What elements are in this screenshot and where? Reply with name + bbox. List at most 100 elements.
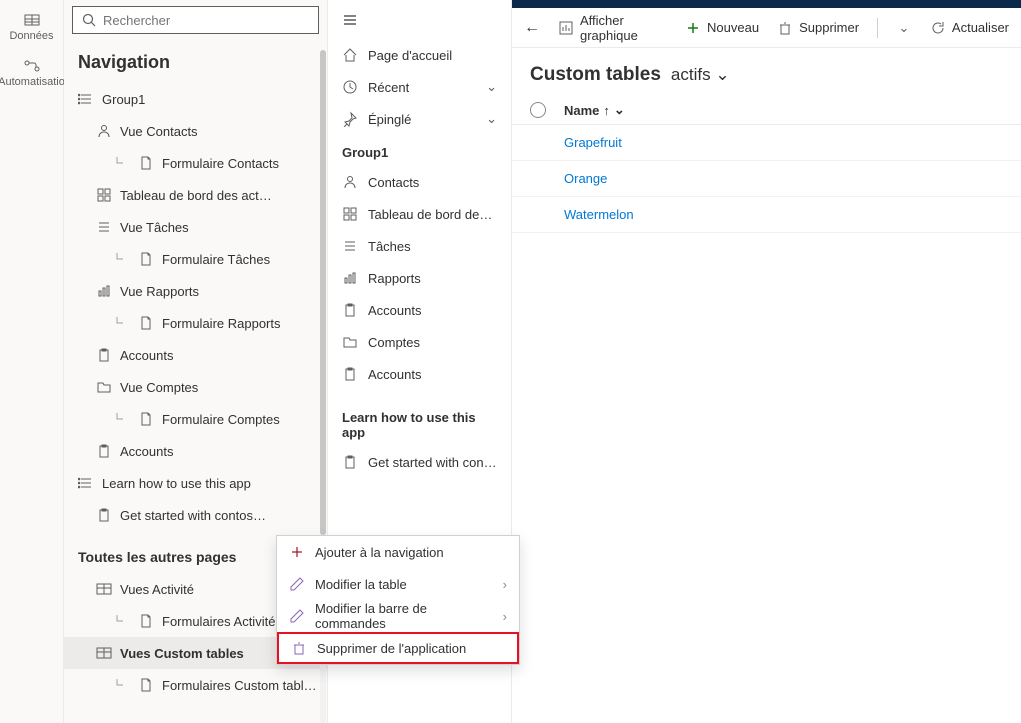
- nav-label: Vues Activité: [120, 582, 194, 597]
- page-icon: [138, 411, 154, 427]
- record-link[interactable]: Grapefruit: [564, 135, 622, 150]
- chart-icon: [558, 20, 574, 36]
- chevron-right-icon: ›: [503, 609, 507, 624]
- view-filter-dropdown[interactable]: actifs ⌄: [671, 65, 730, 85]
- barchart-icon: [342, 270, 358, 286]
- sitemap-recent[interactable]: Récent ⌄: [328, 71, 511, 103]
- flow-icon: [24, 58, 40, 74]
- hamburger-button[interactable]: [328, 4, 511, 39]
- ctx-label: Ajouter à la navigation: [315, 545, 444, 560]
- chevron-down-icon: ⌄: [486, 111, 497, 127]
- table-header: Name ↑ ⌄: [512, 96, 1021, 125]
- ctx-remove-from-app[interactable]: Supprimer de l'application: [277, 632, 519, 664]
- nav-item-form-tasks[interactable]: Formulaire Tâches: [64, 243, 327, 275]
- left-rail-data[interactable]: Données: [0, 4, 63, 50]
- nav-item-reports[interactable]: Vue Rapports: [64, 275, 327, 307]
- table-row[interactable]: Grapefruit: [512, 125, 1021, 161]
- pencil-icon: [289, 608, 305, 624]
- sitemap-label: Récent: [368, 80, 409, 95]
- ctx-add-to-nav[interactable]: Ajouter à la navigation: [277, 536, 519, 568]
- back-button[interactable]: ←: [524, 19, 540, 37]
- cmd-delete[interactable]: Supprimer: [777, 20, 859, 36]
- table-row[interactable]: Orange: [512, 161, 1021, 197]
- clock-icon: [342, 79, 358, 95]
- plus-icon: [289, 544, 305, 560]
- select-all-checkbox[interactable]: [530, 102, 546, 118]
- chevron-down-icon[interactable]: ⌄: [896, 20, 912, 36]
- nav-label: Formulaires Custom tabl…: [162, 678, 317, 693]
- nav-item-contacts[interactable]: Vue Contacts: [64, 115, 327, 147]
- sort-asc-icon: ↑: [603, 103, 610, 118]
- nav-item-form-contacts[interactable]: Formulaire Contacts: [64, 147, 327, 179]
- folder-icon: [342, 334, 358, 350]
- plus-icon: [685, 20, 701, 36]
- sitemap-label: Comptes: [368, 335, 420, 350]
- page-icon: [138, 677, 154, 693]
- sitemap-label: Get started with cont…: [368, 455, 497, 470]
- ctx-label: Modifier la barre de commandes: [315, 601, 493, 631]
- nav-item-form-accounts[interactable]: Formulaire Comptes: [64, 403, 327, 435]
- ctx-edit-table[interactable]: Modifier la table ›: [277, 568, 519, 600]
- cmd-label: Actualiser: [952, 20, 1009, 35]
- record-link[interactable]: Watermelon: [564, 207, 634, 222]
- clipboard-icon: [342, 366, 358, 382]
- nav-group[interactable]: Group1: [64, 83, 327, 115]
- nav-item-tasks[interactable]: Vue Tâches: [64, 211, 327, 243]
- left-rail-automation[interactable]: Automatisatio: [0, 50, 63, 96]
- sitemap-learn-group: Learn how to use this app: [328, 400, 511, 446]
- sitemap-item-tasks[interactable]: Tâches: [328, 230, 511, 262]
- grid-table-icon: [24, 12, 40, 28]
- separator: [877, 18, 878, 38]
- subitem-icon: [114, 155, 130, 171]
- sitemap-item-accounts2[interactable]: Accounts: [328, 358, 511, 390]
- sitemap-home[interactable]: Page d'accueil: [328, 39, 511, 71]
- left-rail: Données Automatisatio: [0, 0, 64, 723]
- sitemap-label: Accounts: [368, 303, 421, 318]
- sitemap-item-comptes[interactable]: Comptes: [328, 326, 511, 358]
- cmd-refresh[interactable]: Actualiser: [930, 20, 1009, 36]
- chevron-right-icon: ›: [503, 577, 507, 592]
- nav-label: Tableau de bord des act…: [120, 188, 272, 203]
- sitemap-label: Tâches: [368, 239, 411, 254]
- sitemap-item-reports[interactable]: Rapports: [328, 262, 511, 294]
- nav-label: Formulaire Rapports: [162, 316, 281, 331]
- clipboard-icon: [96, 507, 112, 523]
- sitemap-pinned[interactable]: Épinglé ⌄: [328, 103, 511, 135]
- nav-item-accounts-view[interactable]: Vue Comptes: [64, 371, 327, 403]
- nav-label: Group1: [102, 92, 145, 107]
- nav-item-dashboard[interactable]: Tableau de bord des act…: [64, 179, 327, 211]
- nav-label: Formulaire Tâches: [162, 252, 270, 267]
- nav-other-custom-forms[interactable]: Formulaires Custom tabl…: [64, 669, 327, 701]
- left-rail-label: Données: [9, 30, 53, 42]
- nav-learn-item[interactable]: Get started with contos…: [64, 499, 327, 531]
- nav-item-accounts2[interactable]: Accounts: [64, 435, 327, 467]
- nav-learn-group[interactable]: Learn how to use this app: [64, 467, 327, 499]
- ctx-edit-cmdbar[interactable]: Modifier la barre de commandes ›: [277, 600, 519, 632]
- nav-label: Get started with contos…: [120, 508, 266, 523]
- cmd-label: Nouveau: [707, 20, 759, 35]
- view-title: Custom tables: [530, 64, 661, 86]
- subitem-icon: [114, 251, 130, 267]
- subitem-icon: [114, 315, 130, 331]
- view-header: Custom tables actifs ⌄: [512, 48, 1021, 96]
- cmd-show-chart[interactable]: Afficher graphique: [558, 13, 667, 43]
- ctx-label: Modifier la table: [315, 577, 407, 592]
- ctx-label: Supprimer de l'application: [317, 641, 466, 656]
- sitemap-item-accounts1[interactable]: Accounts: [328, 294, 511, 326]
- record-link[interactable]: Orange: [564, 171, 607, 186]
- cmd-new[interactable]: Nouveau: [685, 20, 759, 36]
- nav-label: Accounts: [120, 348, 173, 363]
- clipboard-icon: [96, 347, 112, 363]
- nav-item-form-reports[interactable]: Formulaire Rapports: [64, 307, 327, 339]
- nav-label: Vues Custom tables: [120, 646, 244, 661]
- sitemap-group: Group1: [328, 135, 511, 166]
- trash-icon: [777, 20, 793, 36]
- sitemap-learn-item[interactable]: Get started with cont…: [328, 446, 511, 478]
- sitemap-item-dashboard[interactable]: Tableau de bord des …: [328, 198, 511, 230]
- search-box[interactable]: [72, 6, 319, 34]
- column-header-name[interactable]: Name ↑ ⌄: [564, 102, 625, 118]
- sitemap-item-contacts[interactable]: Contacts: [328, 166, 511, 198]
- search-input[interactable]: [103, 13, 310, 28]
- nav-item-accounts1[interactable]: Accounts: [64, 339, 327, 371]
- table-row[interactable]: Watermelon: [512, 197, 1021, 233]
